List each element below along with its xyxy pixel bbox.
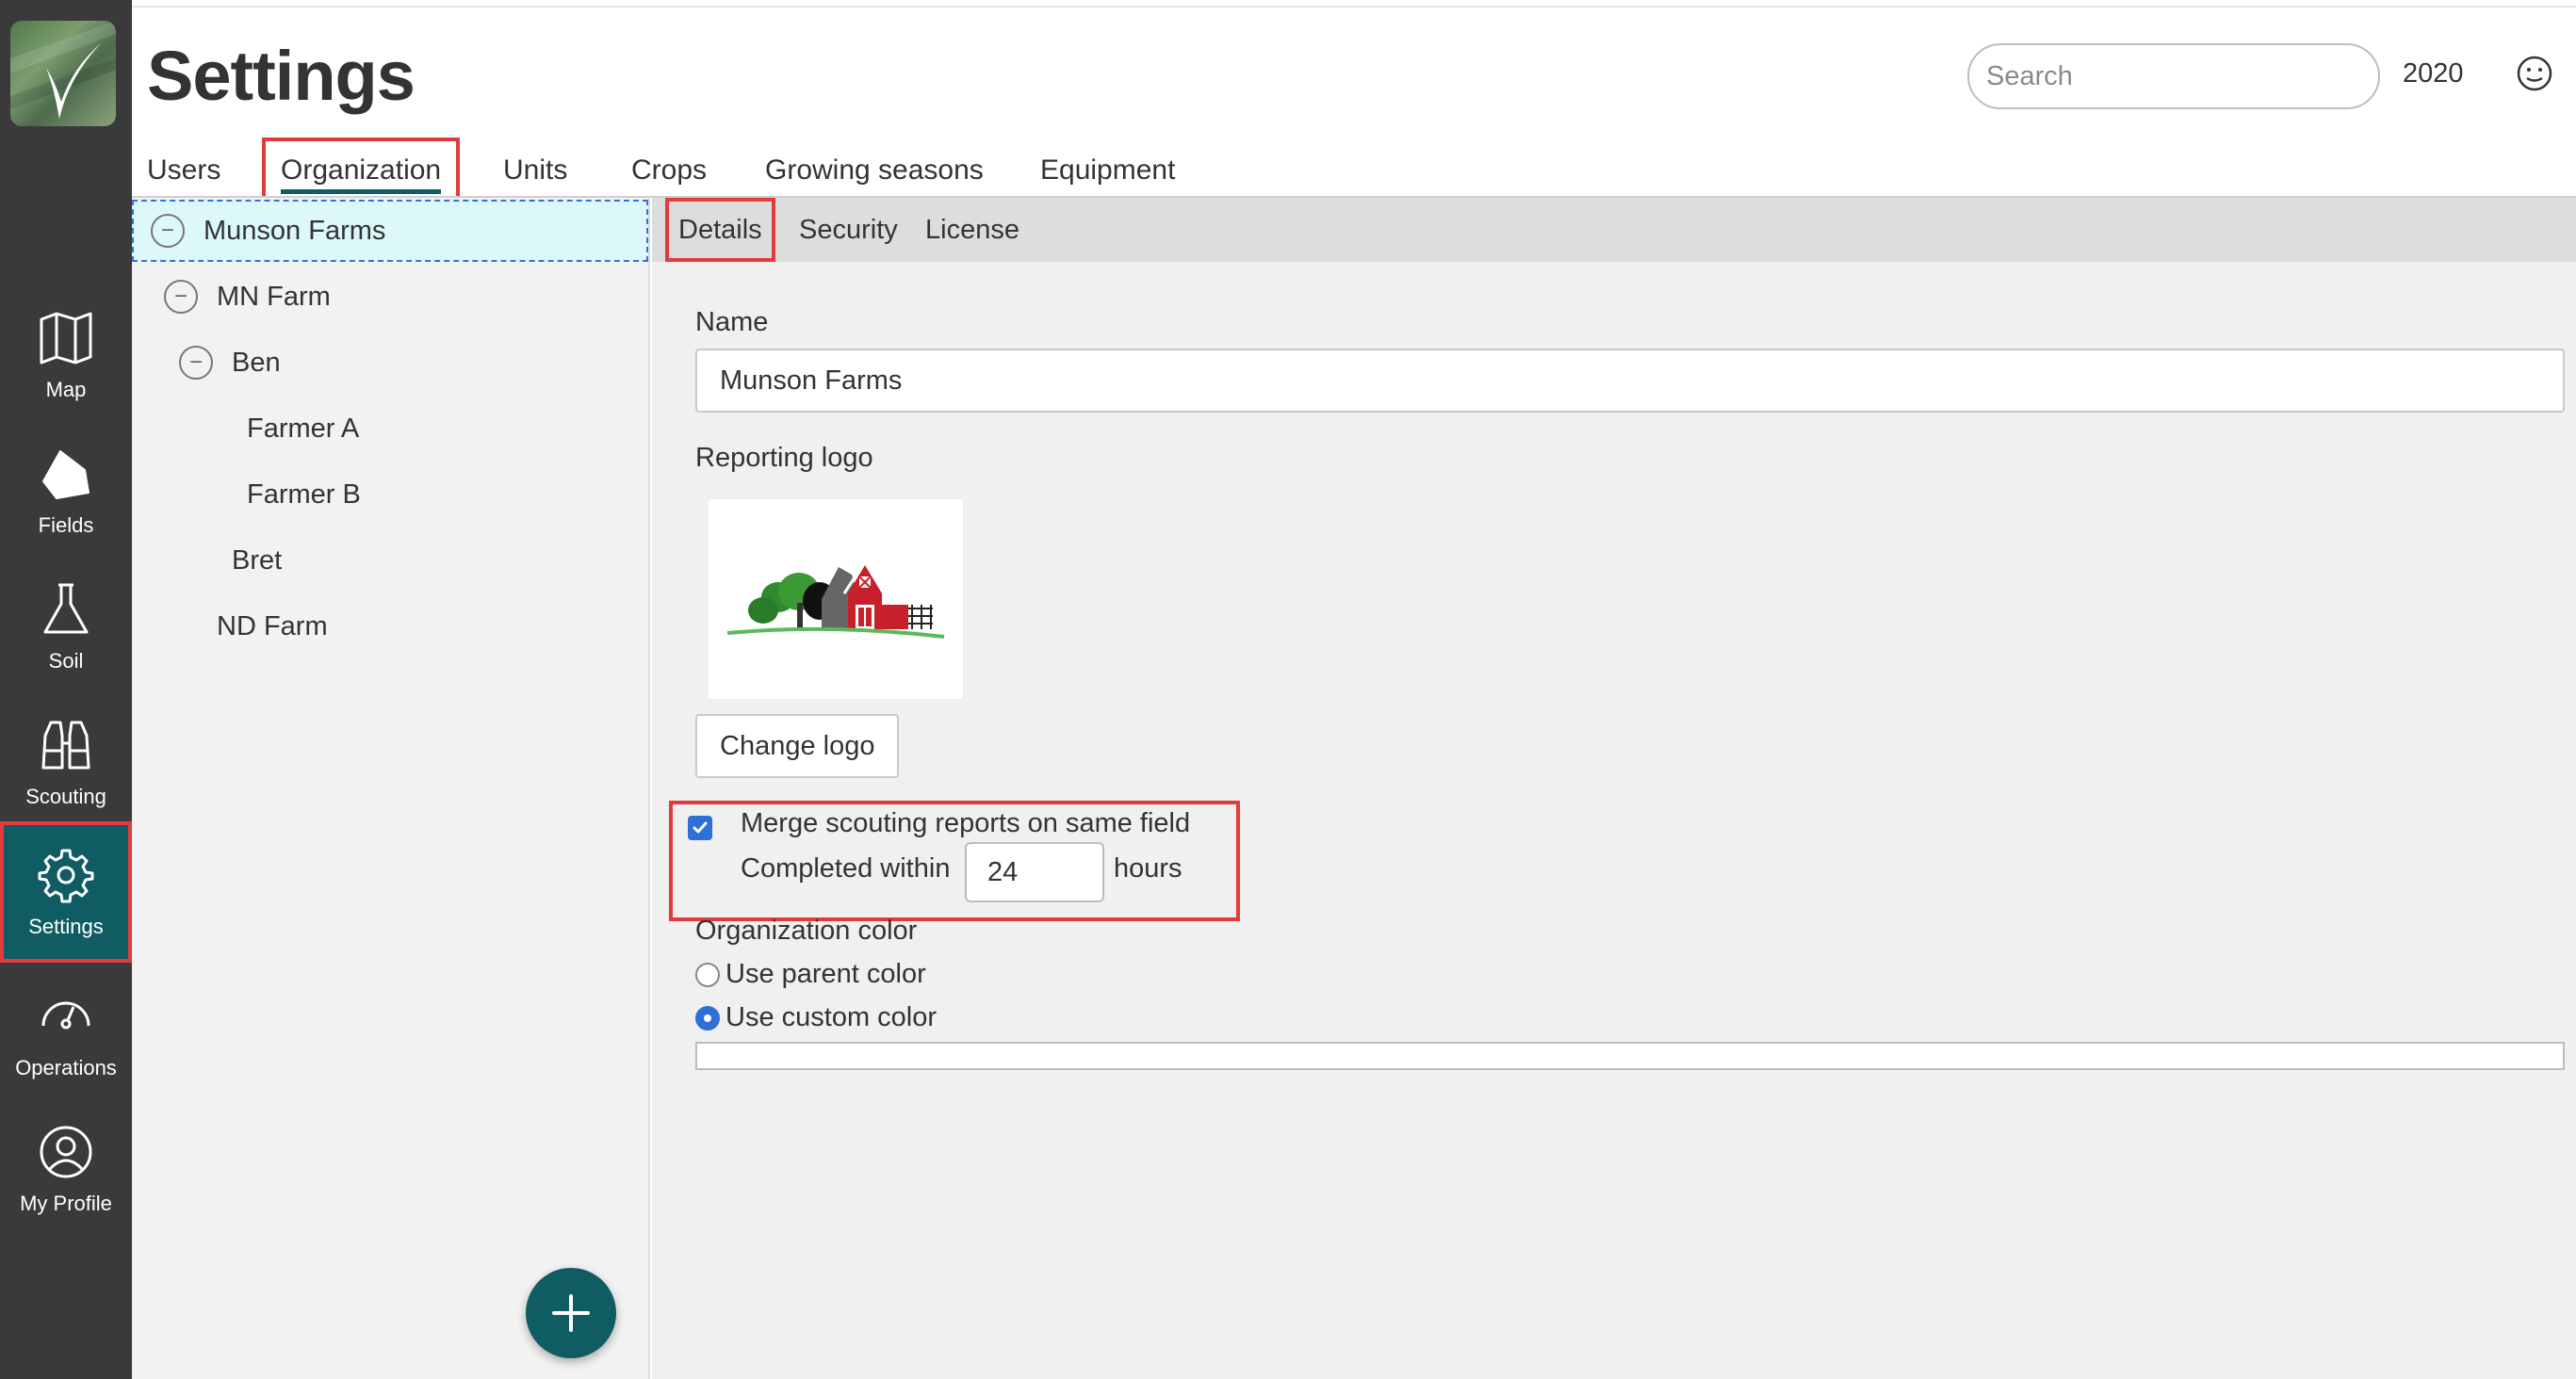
subtab-security[interactable]: Security: [786, 198, 911, 262]
nav-label-operations: Operations: [15, 1056, 117, 1079]
nav-label-soil: Soil: [48, 649, 84, 673]
collapse-icon[interactable]: −: [151, 214, 185, 248]
tree-item-ben[interactable]: − Ben: [132, 332, 648, 394]
tree-item-label: Bret: [232, 544, 283, 576]
tree-item-label: Farmer B: [247, 479, 361, 510]
nav-label-map: Map: [45, 378, 87, 401]
use-parent-color-radio[interactable]: [695, 963, 720, 987]
subtabs-bar: Details Security License: [652, 198, 2576, 262]
map-icon: [40, 312, 92, 365]
tree-item-label: Ben: [232, 347, 281, 378]
use-custom-color-radio[interactable]: [695, 1006, 720, 1030]
add-button[interactable]: [526, 1268, 616, 1358]
merge-reports-checkbox[interactable]: [688, 816, 712, 840]
nav-item-map[interactable]: Map: [0, 284, 132, 426]
subtab-license[interactable]: License: [912, 198, 1033, 262]
hours-input[interactable]: 24: [965, 842, 1104, 902]
gauge-icon: [41, 1001, 90, 1030]
collapse-icon[interactable]: −: [164, 280, 198, 314]
tree-item-label: ND Farm: [217, 610, 328, 641]
tree-item-farmer-b[interactable]: Farmer B: [132, 463, 648, 526]
nav-rail: Map Fields Soil Scouting Settings Operat…: [0, 0, 132, 1379]
details-panel: Details Security License Name Munson Far…: [652, 198, 2576, 1379]
organization-tree: − Munson Farms − MN Farm − Ben Farmer A …: [132, 198, 650, 1379]
hours-unit-label: hours: [1114, 853, 1182, 884]
collapse-icon[interactable]: −: [179, 346, 213, 380]
subtab-details[interactable]: Details: [665, 198, 775, 262]
year-selector[interactable]: 2020: [2403, 58, 2464, 89]
app-logo[interactable]: [10, 21, 116, 126]
tree-item-bret[interactable]: Bret: [132, 529, 648, 592]
merge-reports-label: Merge scouting reports on same field: [741, 808, 1191, 838]
tab-organization-label: Organization: [281, 154, 442, 186]
tree-item-munson-farms[interactable]: − Munson Farms: [132, 200, 648, 262]
tree-item-nd-farm[interactable]: ND Farm: [132, 595, 648, 657]
tab-users[interactable]: Users: [147, 141, 220, 200]
feedback-smiley-icon[interactable]: [2516, 55, 2553, 92]
tree-item-label: Munson Farms: [204, 215, 386, 246]
reporting-logo-label: Reporting logo: [695, 443, 873, 473]
tab-crops[interactable]: Crops: [631, 141, 707, 200]
reporting-logo-image: [709, 499, 963, 699]
name-field[interactable]: Munson Farms: [695, 349, 2565, 413]
active-tab-indicator: [281, 189, 442, 194]
user-icon: [40, 1126, 92, 1178]
tree-item-label: Farmer A: [247, 413, 360, 444]
top-divider: [132, 6, 2576, 8]
nav-label-fields: Fields: [38, 513, 94, 537]
tree-item-label: MN Farm: [217, 281, 331, 312]
flask-icon: [43, 583, 89, 634]
nav-item-scouting[interactable]: Scouting: [0, 691, 132, 833]
nav-item-fields[interactable]: Fields: [0, 420, 132, 561]
name-label: Name: [695, 307, 769, 337]
tree-item-farmer-a[interactable]: Farmer A: [132, 397, 648, 460]
leaf-logo-icon: [10, 21, 116, 119]
tab-units[interactable]: Units: [503, 141, 567, 200]
search-input[interactable]: [1967, 43, 2380, 109]
nav-label-my-profile: My Profile: [20, 1192, 112, 1215]
tree-item-mn-farm[interactable]: − MN Farm: [132, 266, 648, 328]
use-parent-color-label: Use parent color: [726, 959, 926, 989]
nav-item-operations[interactable]: Operations: [0, 963, 132, 1104]
nav-item-settings[interactable]: Settings: [0, 821, 132, 963]
tab-growing-seasons[interactable]: Growing seasons: [765, 141, 984, 200]
change-logo-button[interactable]: Change logo: [695, 714, 900, 778]
nav-label-scouting: Scouting: [25, 785, 106, 808]
custom-color-picker[interactable]: [695, 1042, 2565, 1070]
tab-organization[interactable]: Organization: [261, 138, 461, 203]
nav-item-soil[interactable]: Soil: [0, 556, 132, 697]
barn-logo-icon: [726, 559, 945, 639]
checkmark-icon: [693, 821, 708, 834]
completed-within-label: Completed within: [741, 853, 951, 884]
nav-label-settings: Settings: [28, 915, 104, 938]
gear-icon: [38, 849, 94, 903]
plus-icon: [552, 1294, 590, 1332]
binoculars-icon: [41, 721, 90, 770]
organization-color-label: Organization color: [695, 916, 918, 946]
page-title: Settings: [147, 37, 416, 115]
field-icon: [42, 450, 90, 499]
nav-item-my-profile[interactable]: My Profile: [0, 1098, 132, 1240]
tab-equipment[interactable]: Equipment: [1040, 141, 1175, 200]
use-custom-color-label: Use custom color: [726, 1002, 937, 1032]
